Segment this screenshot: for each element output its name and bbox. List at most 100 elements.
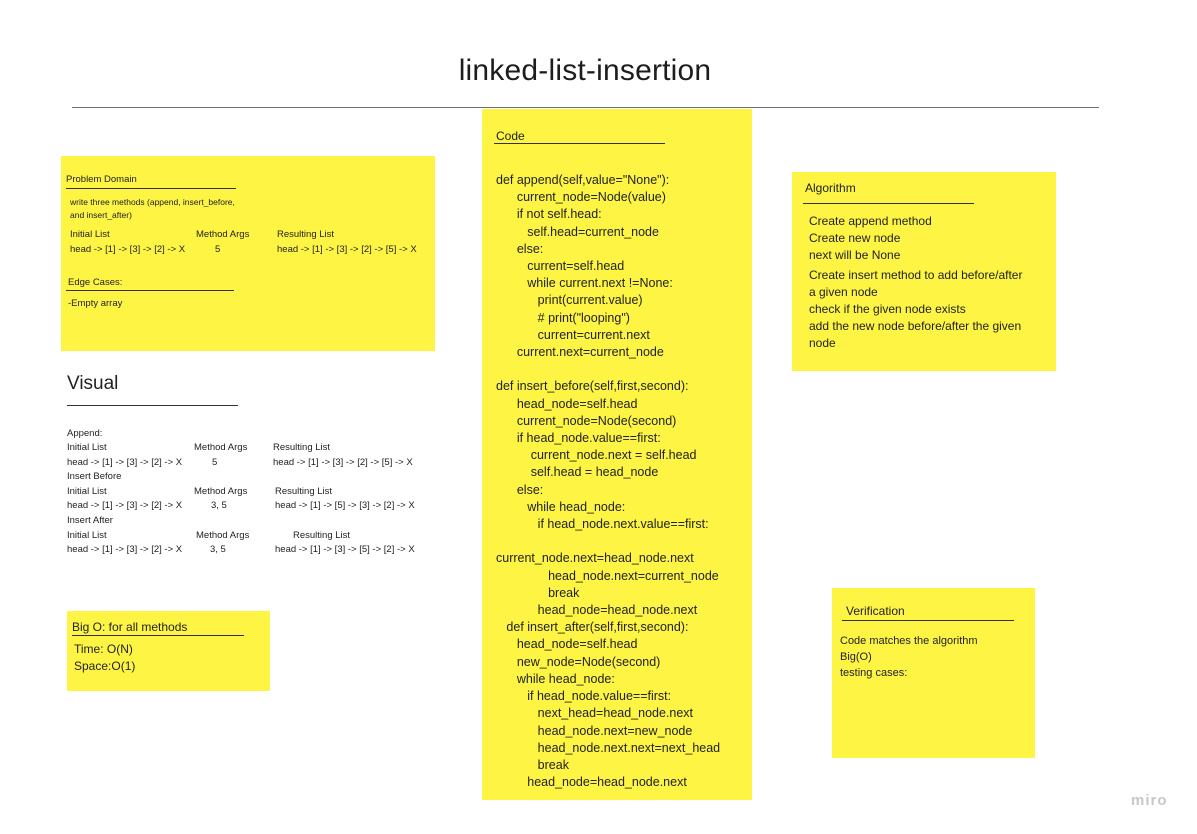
visual-before-result: head -> [1] -> [5] -> [3] -> [2] -> X [275, 500, 415, 511]
code-line: head_node=self.head [496, 637, 638, 652]
visual-append-label: Append: [67, 428, 103, 439]
pd-col-initial: Initial List [70, 229, 110, 240]
problem-description-2: and insert_after) [70, 210, 132, 220]
verification-item: Big(O) [840, 651, 872, 663]
code-line: if not self.head: [496, 207, 602, 222]
code-line: current_node=Node(value) [496, 190, 666, 205]
code-line: def insert_before(self,first,second): [496, 379, 689, 394]
visual-before-initial: head -> [1] -> [3] -> [2] -> X [67, 500, 183, 511]
pd-row-result: head -> [1] -> [3] -> [2] -> [5] -> X [277, 244, 417, 255]
problem-domain-title: Problem Domain [66, 174, 137, 185]
code-line: if head_node.value==first: [496, 689, 672, 704]
edge-cases-underline [66, 290, 234, 291]
code-line: print(current.value) [496, 293, 643, 308]
visual-before-col-result: Resulting List [275, 486, 333, 497]
algorithm-step: node [809, 336, 836, 350]
code-line: current=self.head [496, 259, 625, 274]
visual-append-col-initial: Initial List [67, 442, 107, 453]
problem-domain-sticky[interactable]: Problem Domain write three methods (appe… [61, 156, 435, 351]
code-line: while current.next !=None: [496, 276, 673, 291]
board-title: linked-list-insertion [458, 54, 712, 87]
big-o-space: Space:O(1) [74, 659, 136, 673]
visual-append-result: head -> [1] -> [3] -> [2] -> [5] -> X [273, 457, 413, 468]
code-line: else: [496, 482, 544, 497]
code-line: head_node=head_node.next [496, 775, 687, 790]
pd-row-args: 5 [215, 244, 221, 255]
code-line: head_node.next=current_node [496, 568, 719, 583]
code-line: self.head=current_node [496, 224, 659, 239]
miro-logo: miro [1131, 792, 1168, 809]
verification-items: Code matches the algorithm Big(O) testing … [840, 633, 978, 681]
code-line: self.head = head_node [496, 465, 659, 480]
verification-item: Code matches the algorithm [840, 635, 978, 647]
visual-append-col-args: Method Args [194, 442, 248, 453]
code-block: def append(self,value="None"): current_n… [496, 172, 720, 791]
algorithm-steps-b: Create insert method to add before/after… [809, 267, 1022, 352]
code-line: def append(self,value="None"): [496, 173, 670, 187]
code-title: Code [496, 129, 525, 143]
verification-item: testing cases: [840, 667, 908, 679]
code-line: head_node=self.head [496, 396, 638, 411]
code-line: current.next=current_node [496, 345, 664, 360]
code-line: # print("looping") [496, 310, 630, 325]
code-line: break [496, 757, 569, 772]
visual-after-label: Insert After [67, 515, 113, 526]
algorithm-step: Create append method [809, 214, 932, 228]
pd-col-result: Resulting List [277, 229, 335, 240]
big-o-time: Time: O(N) [74, 642, 133, 656]
visual-after-col-initial: Initial List [67, 530, 107, 541]
code-line: def insert_after(self,first,second): [496, 620, 689, 635]
verification-underline [842, 620, 1014, 621]
code-line: head_node.next=new_node [496, 723, 693, 738]
algorithm-sticky[interactable]: Algorithm Create append method Create new… [792, 172, 1056, 371]
code-line: break [496, 585, 580, 600]
code-line: next_head=head_node.next [496, 706, 694, 721]
visual-title: Visual [67, 373, 119, 394]
pd-row-initial: head -> [1] -> [3] -> [2] -> X [70, 244, 186, 255]
problem-description-1: write three methods (append, insert_befo… [70, 197, 235, 207]
big-o-underline [72, 635, 244, 636]
visual-append-args: 5 [212, 457, 218, 468]
edge-cases-title: Edge Cases: [68, 277, 123, 288]
visual-after-initial: head -> [1] -> [3] -> [2] -> X [67, 544, 183, 555]
code-line: while head_node: [496, 499, 626, 514]
code-line: head_node=head_node.next [496, 603, 698, 618]
visual-after-args: 3, 5 [210, 544, 226, 555]
visual-underline [67, 405, 238, 406]
big-o-sticky[interactable]: Big O: for all methods Time: O(N) Space:… [67, 611, 270, 691]
pd-col-args: Method Args [196, 229, 250, 240]
algorithm-step: next will be None [809, 248, 901, 262]
algorithm-steps-a: Create append method Create new node next … [809, 213, 932, 264]
algorithm-underline [803, 203, 974, 204]
code-line: current_node.next=head_node.next [496, 551, 694, 566]
visual-before-col-initial: Initial List [67, 486, 107, 497]
big-o-title: Big O: for all methods [72, 620, 188, 634]
code-underline [494, 143, 665, 144]
visual-before-label: Insert Before [67, 471, 122, 482]
algorithm-title: Algorithm [805, 181, 856, 195]
visual-after-col-args: Method Args [196, 530, 250, 541]
code-line: current_node.next = self.head [496, 448, 697, 463]
code-line: else: [496, 241, 544, 256]
visual-before-args: 3, 5 [211, 500, 227, 511]
code-line: head_node.next.next=next_head [496, 740, 721, 755]
visual-after-col-result: Resulting List [293, 530, 351, 541]
algorithm-step: a given node [809, 285, 878, 299]
algorithm-step: add the new node before/after the given [809, 319, 1022, 333]
algorithm-step: Create new node [809, 231, 901, 245]
code-line: current=current.next [496, 327, 650, 342]
code-line: current_node=Node(second) [496, 413, 677, 428]
visual-append-col-result: Resulting List [273, 442, 331, 453]
code-sticky[interactable]: Code def append(self,value="None"): curr… [482, 109, 752, 800]
code-line: while head_node: [496, 671, 615, 686]
code-line: new_node=Node(second) [496, 654, 661, 669]
edge-case-item: -Empty array [68, 298, 123, 309]
algorithm-step: check if the given node exists [809, 302, 966, 316]
title-divider [72, 107, 1099, 108]
problem-domain-underline [66, 188, 236, 189]
code-line: if head_node.value==first: [496, 431, 661, 446]
code-line: if head_node.next.value==first: [496, 517, 709, 532]
verification-sticky[interactable]: Verification Code matches the algorithm B… [832, 588, 1035, 758]
